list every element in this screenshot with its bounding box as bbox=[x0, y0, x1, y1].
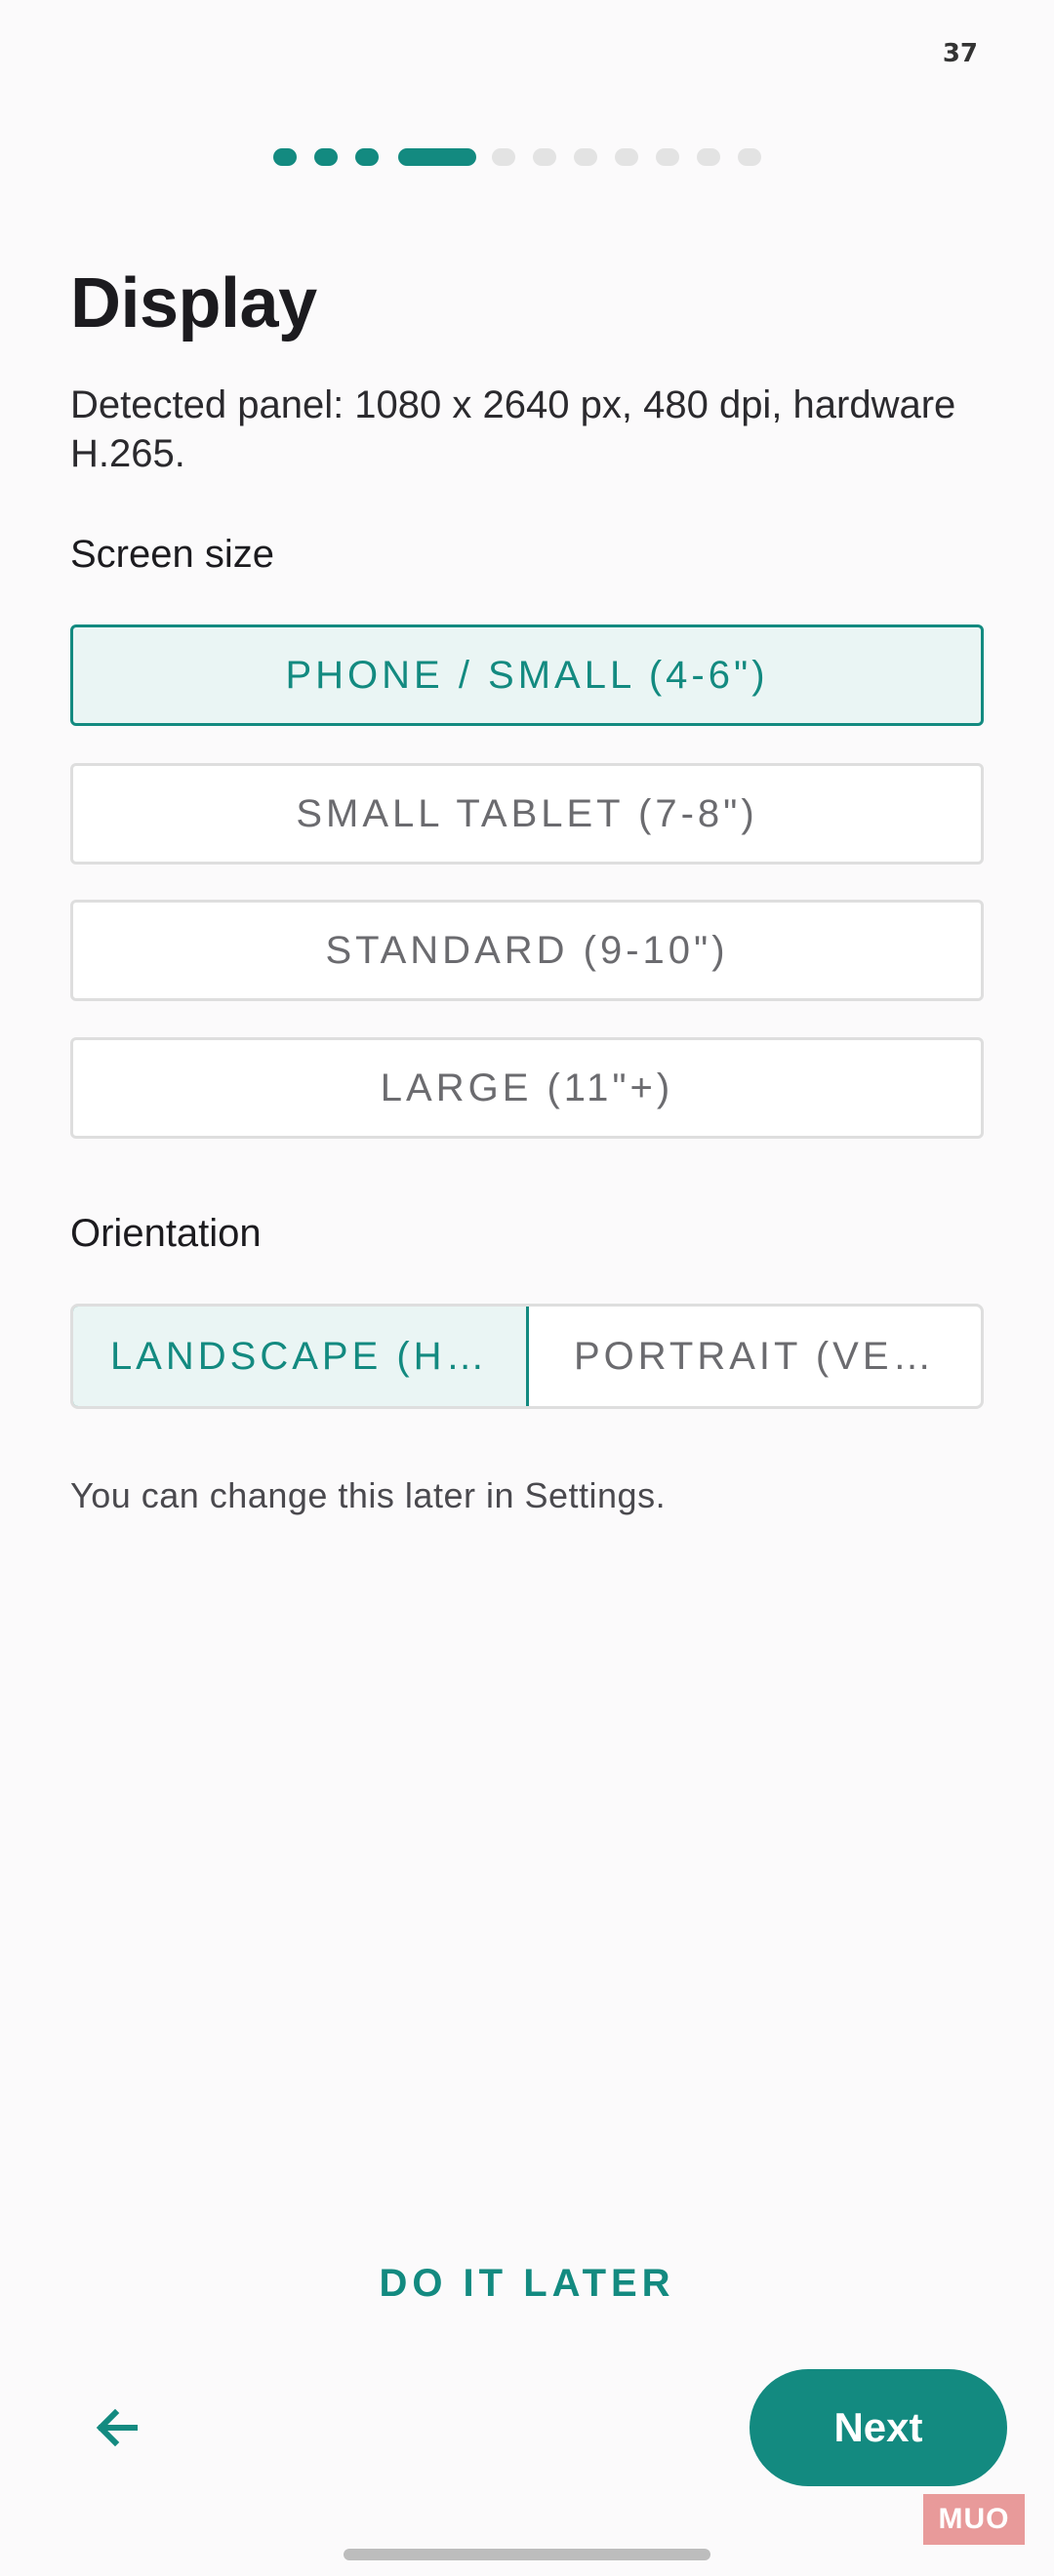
orientation-toggle: LANDSCAPE (H… PORTRAIT (VE… bbox=[70, 1304, 984, 1409]
screen-size-label: Screen size bbox=[70, 533, 274, 576]
progress-dot bbox=[574, 148, 597, 166]
page-description: Detected panel: 1080 x 2640 px, 480 dpi,… bbox=[70, 383, 956, 475]
back-button[interactable] bbox=[90, 2400, 144, 2455]
orientation-option-portrait[interactable]: PORTRAIT (VE… bbox=[529, 1307, 982, 1406]
home-indicator[interactable] bbox=[344, 2549, 710, 2560]
screen-size-option-label: PHONE / SMALL (4-6") bbox=[285, 653, 769, 697]
battery-level: 37 bbox=[942, 39, 978, 68]
progress-dot bbox=[355, 148, 379, 166]
screen-size-option-standard[interactable]: STANDARD (9-10") bbox=[70, 900, 984, 1001]
settings-hint: You can change this later in Settings. bbox=[70, 1475, 667, 1515]
screen-size-option-label: LARGE (11"+) bbox=[380, 1066, 674, 1109]
orientation-option-label: LANDSCAPE (H… bbox=[109, 1334, 489, 1378]
progress-dot bbox=[492, 148, 515, 166]
orientation-label: Orientation bbox=[70, 1212, 262, 1255]
screen-size-option-large[interactable]: LARGE (11"+) bbox=[70, 1037, 984, 1139]
progress-dot bbox=[656, 148, 679, 166]
page-title: Display bbox=[70, 264, 317, 342]
progress-dot bbox=[738, 148, 761, 166]
status-bar: 37 bbox=[0, 0, 1054, 107]
progress-dot bbox=[314, 148, 338, 166]
watermark-logo: MUO bbox=[923, 2494, 1025, 2545]
progress-dot bbox=[273, 148, 297, 166]
progress-dot bbox=[615, 148, 638, 166]
next-button[interactable]: Next bbox=[750, 2369, 1007, 2486]
watermark-text: MUO bbox=[938, 2503, 1010, 2535]
screen-size-option-small-tablet[interactable]: SMALL TABLET (7-8") bbox=[70, 763, 984, 865]
do-it-later-button[interactable]: DO IT LATER bbox=[0, 2262, 1054, 2306]
orientation-option-label: PORTRAIT (VE… bbox=[573, 1334, 936, 1378]
arrow-left-icon bbox=[96, 2408, 138, 2447]
screen-size-option-label: STANDARD (9-10") bbox=[325, 928, 729, 972]
progress-dot bbox=[697, 148, 720, 166]
screen-size-option-label: SMALL TABLET (7-8") bbox=[296, 791, 758, 835]
next-button-label: Next bbox=[833, 2404, 923, 2450]
orientation-option-landscape[interactable]: LANDSCAPE (H… bbox=[73, 1307, 529, 1406]
progress-dot-current bbox=[398, 148, 476, 166]
screen-size-option-phone[interactable]: PHONE / SMALL (4-6") bbox=[70, 624, 984, 726]
progress-dot bbox=[533, 148, 556, 166]
step-progress-indicator bbox=[0, 148, 1054, 166]
